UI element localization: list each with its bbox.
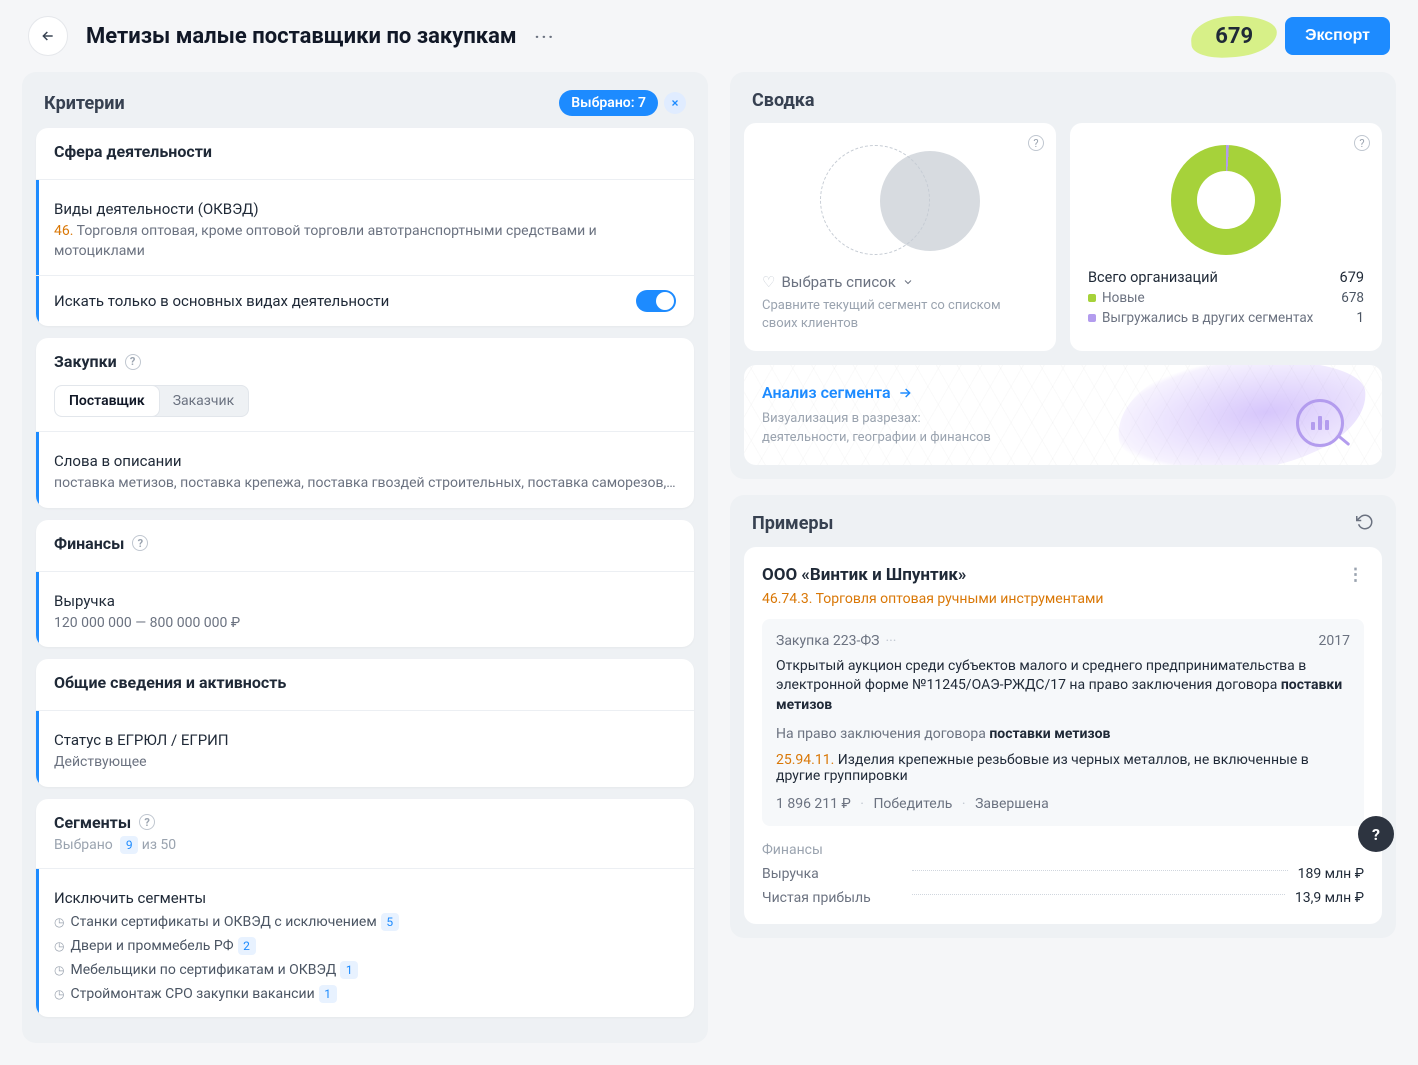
chevron-down-icon bbox=[902, 276, 914, 288]
okpd-row: 25.94.11. Изделия крепежные резьбовые из… bbox=[776, 752, 1350, 784]
purchases-role-tabs: Поставщик Заказчик bbox=[54, 385, 249, 417]
compare-hint: Сравните текущий сегмент со списком свои… bbox=[762, 297, 1038, 333]
company-name[interactable]: ООО «Винтик и Шпунтик» bbox=[762, 565, 966, 585]
okved-text: Торговля оптовая, кроме оптовой торговли… bbox=[54, 223, 597, 259]
finance-group-title: Финансы ? bbox=[54, 534, 676, 553]
analysis-sub1: Визуализация в разрезах: bbox=[762, 410, 1364, 428]
segments-group-title: Сегменты ? bbox=[54, 813, 676, 832]
legend-new-label: Новые bbox=[1102, 290, 1145, 306]
tab-supplier[interactable]: Поставщик bbox=[55, 386, 159, 416]
segments-selected-summary: Выбрано 9 из 50 bbox=[54, 836, 676, 854]
help-fab-button[interactable]: ? bbox=[1358, 816, 1394, 852]
total-orgs-value: 679 bbox=[1340, 269, 1364, 286]
words-value: поставка метизов, поставка крепежа, пост… bbox=[54, 474, 676, 494]
analysis-sub2: деятельности, географии и финансов bbox=[762, 429, 1364, 447]
tab-customer[interactable]: Заказчик bbox=[159, 386, 248, 416]
select-list-dropdown[interactable]: ♡ Выбрать список bbox=[762, 273, 1038, 291]
arrow-right-icon bbox=[897, 385, 913, 401]
venn-diagram bbox=[810, 141, 990, 261]
excluded-segment-item[interactable]: ◷Двери и проммебель РФ2 bbox=[54, 937, 676, 955]
legend-dot-exported bbox=[1088, 314, 1096, 322]
general-group-title: Общие сведения и активность bbox=[54, 673, 676, 692]
help-icon[interactable]: ? bbox=[139, 814, 155, 830]
purchase-tag: Закупка 223-ФЗ bbox=[776, 633, 879, 649]
company-okved: 46.74.3. Торговля оптовая ручными инстру… bbox=[762, 591, 1364, 607]
back-button[interactable] bbox=[28, 16, 68, 56]
legend-dot-new bbox=[1088, 294, 1096, 302]
purchase-right-subject: На право заключения договора поставки ме… bbox=[776, 726, 1350, 742]
excluded-segment-item[interactable]: ◷Станки сертификаты и ОКВЭД с исключение… bbox=[54, 913, 676, 931]
finance-revenue-row: Выручка 189 млн ₽ bbox=[762, 866, 1364, 882]
segment-analysis-card[interactable]: Анализ сегмента Визуализация в разрезах:… bbox=[744, 365, 1382, 464]
okved-label[interactable]: Виды деятельности (ОКВЭД) bbox=[54, 200, 676, 218]
example-company-card: ООО «Винтик и Шпунтик» ⋮ 46.74.3. Торгов… bbox=[744, 547, 1382, 924]
criteria-heading: Критерии bbox=[44, 93, 125, 114]
summary-heading: Сводка bbox=[752, 90, 814, 111]
okved-code: 46. bbox=[54, 223, 73, 239]
refresh-examples-button[interactable] bbox=[1356, 513, 1374, 535]
segment-analysis-link[interactable]: Анализ сегмента bbox=[762, 383, 1364, 402]
finance-block-heading: Финансы bbox=[762, 842, 1364, 858]
only-main-okved-label: Искать только в основных видах деятельно… bbox=[54, 292, 389, 310]
help-icon[interactable]: ? bbox=[132, 535, 148, 551]
finance-profit-row: Чистая прибыль 13,9 млн ₽ bbox=[762, 890, 1364, 906]
words-label[interactable]: Слова в описании bbox=[54, 452, 676, 470]
excluded-segment-item[interactable]: ◷Строймонтаж СРО закупки вакансии1 bbox=[54, 985, 676, 1003]
revenue-label[interactable]: Выручка bbox=[54, 592, 676, 610]
activity-group-title: Сфера деятельности bbox=[54, 142, 676, 161]
help-icon[interactable]: ? bbox=[125, 354, 141, 370]
result-count: 679 bbox=[1201, 20, 1267, 53]
heart-icon: ♡ bbox=[762, 273, 775, 291]
legend-exported-label: Выгружались в других сегментах bbox=[1102, 310, 1313, 326]
purchase-description: Открытый аукцион среди субъектов малого … bbox=[776, 657, 1350, 716]
exclude-segments-label[interactable]: Исключить сегменты bbox=[54, 889, 676, 907]
purchases-group-title: Закупки ? bbox=[54, 352, 676, 371]
help-icon[interactable]: ? bbox=[1354, 135, 1370, 151]
total-orgs-label: Всего организаций bbox=[1088, 269, 1218, 286]
excluded-segment-item[interactable]: ◷Мебельщики по сертификатам и ОКВЭД1 bbox=[54, 961, 676, 979]
only-main-okved-toggle[interactable] bbox=[636, 290, 676, 312]
export-button[interactable]: Экспорт bbox=[1285, 17, 1390, 55]
help-icon[interactable]: ? bbox=[1028, 135, 1044, 151]
clear-criteria-button[interactable] bbox=[664, 92, 686, 114]
clock-icon: ◷ bbox=[54, 915, 64, 929]
totals-card: ? Всего организаций 679 Новые 678 bbox=[1070, 123, 1382, 351]
more-actions-button[interactable]: ··· bbox=[535, 27, 555, 46]
clock-icon: ◷ bbox=[54, 987, 64, 1001]
example-more-button[interactable]: ⋮ bbox=[1347, 565, 1364, 585]
purchase-meta: 1 896 211 ₽ · Победитель · Завершена bbox=[776, 796, 1350, 812]
selected-criteria-pill[interactable]: Выбрано: 7 bbox=[559, 90, 658, 116]
legend-exported-value: 1 bbox=[1356, 310, 1364, 326]
examples-heading: Примеры bbox=[752, 513, 833, 534]
egrul-status-value: Действующее bbox=[54, 753, 676, 773]
page-title: Метизы малые поставщики по закупкам bbox=[86, 24, 517, 49]
compare-list-card: ? ♡ Выбрать список Сравните текущий сегм… bbox=[744, 123, 1056, 351]
clock-icon: ◷ bbox=[54, 963, 64, 977]
purchase-year: 2017 bbox=[1319, 633, 1350, 649]
donut-chart bbox=[1171, 145, 1281, 255]
revenue-value: 120 000 000 — 800 000 000 ₽ bbox=[54, 614, 676, 634]
legend-new-value: 678 bbox=[1341, 290, 1364, 306]
egrul-status-label[interactable]: Статус в ЕГРЮЛ / ЕГРИП bbox=[54, 731, 676, 749]
clock-icon: ◷ bbox=[54, 939, 64, 953]
